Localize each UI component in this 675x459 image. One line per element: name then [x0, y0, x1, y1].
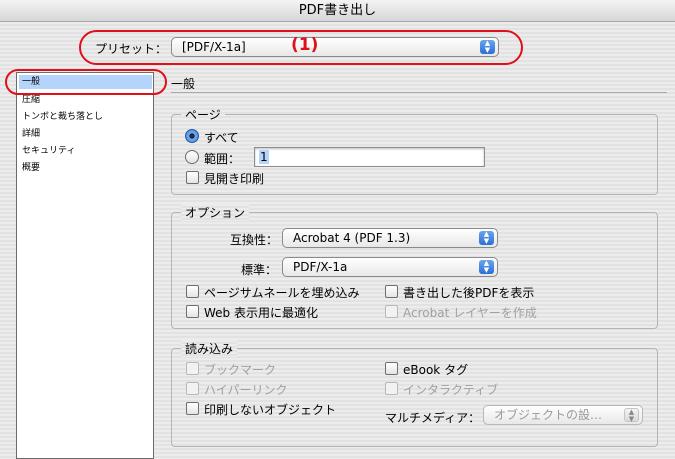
view-after-label: 書き出した後PDFを表示: [403, 286, 535, 300]
multimedia-label: マルチメディア：: [385, 411, 481, 425]
updown-arrows-icon: ▲ ▼: [624, 408, 639, 423]
all-pages-label: すべて: [204, 131, 239, 145]
nonprint-checkbox[interactable]: [186, 402, 199, 415]
updown-arrows-icon: ▲ ▼: [479, 231, 494, 245]
spreads-label: 見開き印刷: [204, 172, 265, 186]
acrobat-layers-label: Acrobat レイヤーを作成: [403, 306, 537, 320]
interactive-checkbox[interactable]: [385, 382, 398, 395]
pages-group-title: ページ: [181, 106, 225, 123]
spreads-checkbox[interactable]: [186, 171, 199, 184]
sidebar-item-compression[interactable]: 圧縮: [19, 93, 40, 107]
annotation-oval-sidebar: [5, 69, 167, 95]
updown-arrows-icon: ▲ ▼: [479, 260, 494, 274]
multimedia-dropdown[interactable]: オブジェクトの設… ▲ ▼: [483, 405, 643, 425]
radio-page-range[interactable]: [185, 150, 199, 164]
category-list: 一般 圧縮 トンボと裁ち落とし 詳細 セキュリティ 概要: [16, 72, 154, 459]
standard-dropdown[interactable]: PDF/X-1a ▲ ▼: [282, 257, 498, 277]
hyperlinks-checkbox[interactable]: [186, 382, 199, 395]
section-title: 一般: [171, 77, 196, 91]
annotation-number: (1): [291, 35, 319, 55]
options-group-title: オプション: [181, 204, 250, 221]
radio-all-pages[interactable]: [185, 129, 199, 143]
sidebar-item-summary[interactable]: 概要: [19, 161, 40, 175]
interactive-label: インタラクティブ: [403, 383, 499, 397]
standard-label: 標準：: [241, 263, 278, 277]
nonprint-label: 印刷しないオブジェクト: [204, 403, 337, 417]
compat-dropdown[interactable]: Acrobat 4 (PDF 1.3) ▲ ▼: [282, 228, 498, 248]
compat-value: Acrobat 4 (PDF 1.3): [293, 231, 411, 245]
sidebar-item-marks-bleeds[interactable]: トンボと裁ち落とし: [19, 110, 103, 124]
thumbnails-checkbox[interactable]: [186, 285, 199, 298]
include-group-title: 読み込み: [181, 340, 238, 357]
ebook-tags-label: eBook タグ: [403, 363, 469, 377]
bookmarks-checkbox[interactable]: [186, 362, 199, 375]
sidebar-item-advanced[interactable]: 詳細: [19, 127, 40, 141]
standard-value: PDF/X-1a: [293, 260, 348, 274]
sidebar-item-security[interactable]: セキュリティ: [19, 144, 75, 158]
multimedia-value: オブジェクトの設…: [494, 408, 603, 422]
optimize-web-label: Web 表示用に最適化: [204, 306, 318, 320]
thumbnails-label: ページサムネールを埋め込み: [204, 286, 360, 300]
compat-label: 互換性：: [230, 233, 279, 247]
acrobat-layers-checkbox[interactable]: [385, 305, 398, 318]
section-divider: [171, 92, 667, 93]
range-label: 範囲：: [204, 152, 241, 166]
view-after-checkbox[interactable]: [385, 285, 398, 298]
page-range-input[interactable]: 1: [254, 147, 485, 167]
optimize-web-checkbox[interactable]: [186, 305, 199, 318]
hyperlinks-label: ハイパーリンク: [204, 383, 288, 397]
ebook-tags-checkbox[interactable]: [385, 362, 398, 375]
window-title: PDF書き出し: [0, 0, 675, 22]
range-value: 1: [259, 150, 269, 164]
bookmarks-label: ブックマーク: [204, 363, 277, 377]
